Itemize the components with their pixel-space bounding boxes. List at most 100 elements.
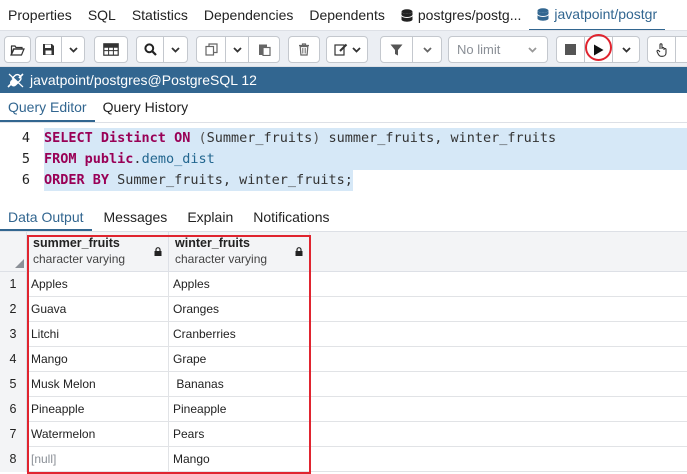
table-row[interactable]: 5 Musk Melon Bananas — [0, 372, 687, 397]
trash-icon — [299, 43, 309, 56]
grid-corner[interactable] — [0, 232, 27, 272]
code-token: BY — [92, 172, 118, 188]
tab-explain[interactable]: Explain — [179, 209, 241, 231]
row-number[interactable]: 6 — [0, 397, 27, 422]
tab-data-output[interactable]: Data Output — [0, 209, 92, 231]
macros-button[interactable] — [648, 37, 676, 62]
cell-winter-fruits[interactable]: Pineapple — [169, 397, 310, 422]
tab-properties[interactable]: Properties — [0, 0, 80, 30]
tab-sql[interactable]: SQL — [80, 0, 124, 30]
cell-summer-fruits[interactable]: Musk Melon — [27, 372, 169, 397]
column-header-winter-fruits[interactable]: winter_fruits character varying — [169, 232, 310, 272]
chevron-down-icon — [351, 46, 361, 53]
delete-button[interactable] — [289, 37, 319, 62]
cell-summer-fruits[interactable]: [null] — [27, 447, 169, 472]
plug-disconnect-icon — [6, 72, 24, 88]
row-number[interactable]: 4 — [0, 347, 27, 372]
tab-dependents[interactable]: Dependents — [301, 0, 393, 30]
table-row[interactable]: 4 Mango Grape — [0, 347, 687, 372]
table-row[interactable]: 2 Guava Oranges — [0, 297, 687, 322]
tab-query-editor[interactable]: Query Editor — [0, 99, 95, 122]
row-number[interactable]: 5 — [0, 372, 27, 397]
panel-tab-strip: Properties SQL Statistics Dependencies D… — [0, 0, 687, 31]
folder-icon — [10, 44, 25, 56]
table-row[interactable]: 3 Litchi Cranberries — [0, 322, 687, 347]
chevron-down-icon — [528, 46, 537, 53]
stop-button[interactable] — [557, 37, 585, 62]
save-group — [35, 36, 85, 63]
code-token: ( — [198, 130, 207, 146]
macros-group — [647, 36, 687, 63]
find-dropdown-button[interactable] — [164, 37, 187, 62]
copy-button[interactable] — [197, 37, 226, 62]
row-number[interactable]: 8 — [0, 447, 27, 472]
code-token: demo_dist — [141, 151, 215, 167]
tab-query-postgres[interactable]: postgres/postg... — [393, 0, 530, 30]
tab-label: postgres/postg... — [417, 6, 522, 23]
tab-query-javatpoint[interactable]: javatpoint/postgr — [529, 0, 666, 30]
cell-summer-fruits[interactable]: Litchi — [27, 322, 169, 347]
row-limit-label: No limit — [457, 42, 501, 57]
connection-bar: javatpoint/postgres@PostgreSQL 12 — [0, 67, 687, 93]
code-token: ORDER — [44, 172, 93, 188]
row-number[interactable]: 3 — [0, 322, 27, 347]
sql-editor[interactable]: 4 SELECT Distinct ON (Summer_fruits) sum… — [0, 126, 687, 196]
search-icon — [143, 43, 157, 56]
cell-summer-fruits[interactable]: Pineapple — [27, 397, 169, 422]
row-number[interactable]: 1 — [0, 272, 27, 297]
chevron-down-icon — [171, 46, 180, 53]
macros-more[interactable] — [676, 37, 687, 62]
row-number[interactable]: 7 — [0, 422, 27, 447]
chevron-down-icon — [68, 46, 78, 53]
code-token: SELECT — [44, 130, 101, 146]
filter-dropdown-button[interactable] — [413, 37, 441, 62]
cell-winter-fruits[interactable]: Bananas — [169, 372, 310, 397]
save-dropdown-button[interactable] — [62, 37, 84, 62]
cell-summer-fruits[interactable]: Mango — [27, 347, 169, 372]
execute-dropdown-button[interactable] — [613, 37, 639, 62]
copy-icon — [204, 43, 218, 56]
cell-winter-fruits[interactable]: Oranges — [169, 297, 310, 322]
code-token: public — [84, 151, 134, 167]
save-button[interactable] — [36, 37, 62, 62]
tab-messages[interactable]: Messages — [96, 209, 176, 231]
cell-winter-fruits[interactable]: Pears — [169, 422, 310, 447]
row-limit-select[interactable]: No limit — [448, 36, 548, 63]
connection-label[interactable]: javatpoint/postgres@PostgreSQL 12 — [30, 72, 257, 88]
edit-button[interactable] — [327, 37, 367, 62]
paste-button[interactable] — [249, 37, 279, 62]
table-row[interactable]: 7 Watermelon Pears — [0, 422, 687, 447]
cell-summer-fruits[interactable]: Apples — [27, 272, 169, 297]
cell-winter-fruits[interactable]: Cranberries — [169, 322, 310, 347]
cell-winter-fruits[interactable]: Mango — [169, 447, 310, 472]
filter-button[interactable] — [381, 37, 413, 62]
tab-statistics[interactable]: Statistics — [124, 0, 196, 30]
copy-dropdown-button[interactable] — [226, 37, 249, 62]
code-token: . — [133, 151, 142, 167]
edit-icon — [333, 43, 347, 56]
execute-button[interactable] — [585, 37, 613, 62]
tab-dependencies[interactable]: Dependencies — [196, 0, 302, 30]
save-icon — [43, 44, 54, 55]
open-file-button[interactable] — [5, 37, 30, 62]
table-row[interactable]: 1 Apples Apples — [0, 272, 687, 297]
cell-winter-fruits[interactable]: Apples — [169, 272, 310, 297]
line-number: 4 — [21, 130, 30, 146]
tab-query-history[interactable]: Query History — [95, 99, 197, 122]
connection-status-icon[interactable] — [0, 72, 30, 88]
tab-notifications[interactable]: Notifications — [245, 209, 337, 231]
row-limit-value[interactable]: No limit — [449, 37, 547, 62]
cell-summer-fruits[interactable]: Watermelon — [27, 422, 169, 447]
table-row[interactable]: 6 Pineapple Pineapple — [0, 397, 687, 422]
code-line: 5 FROM public.demo_dist — [0, 149, 687, 170]
delete-group — [288, 36, 320, 63]
cell-summer-fruits[interactable]: Guava — [27, 297, 169, 322]
column-header-summer-fruits[interactable]: summer_fruits character varying — [27, 232, 169, 272]
cell-winter-fruits[interactable]: Grape — [169, 347, 310, 372]
find-button[interactable] — [137, 37, 164, 62]
view-data-button[interactable] — [95, 37, 127, 62]
stop-icon — [565, 44, 576, 55]
row-number[interactable]: 2 — [0, 297, 27, 322]
filter-icon — [390, 44, 403, 55]
table-row[interactable]: 8 [null] Mango — [0, 447, 687, 472]
